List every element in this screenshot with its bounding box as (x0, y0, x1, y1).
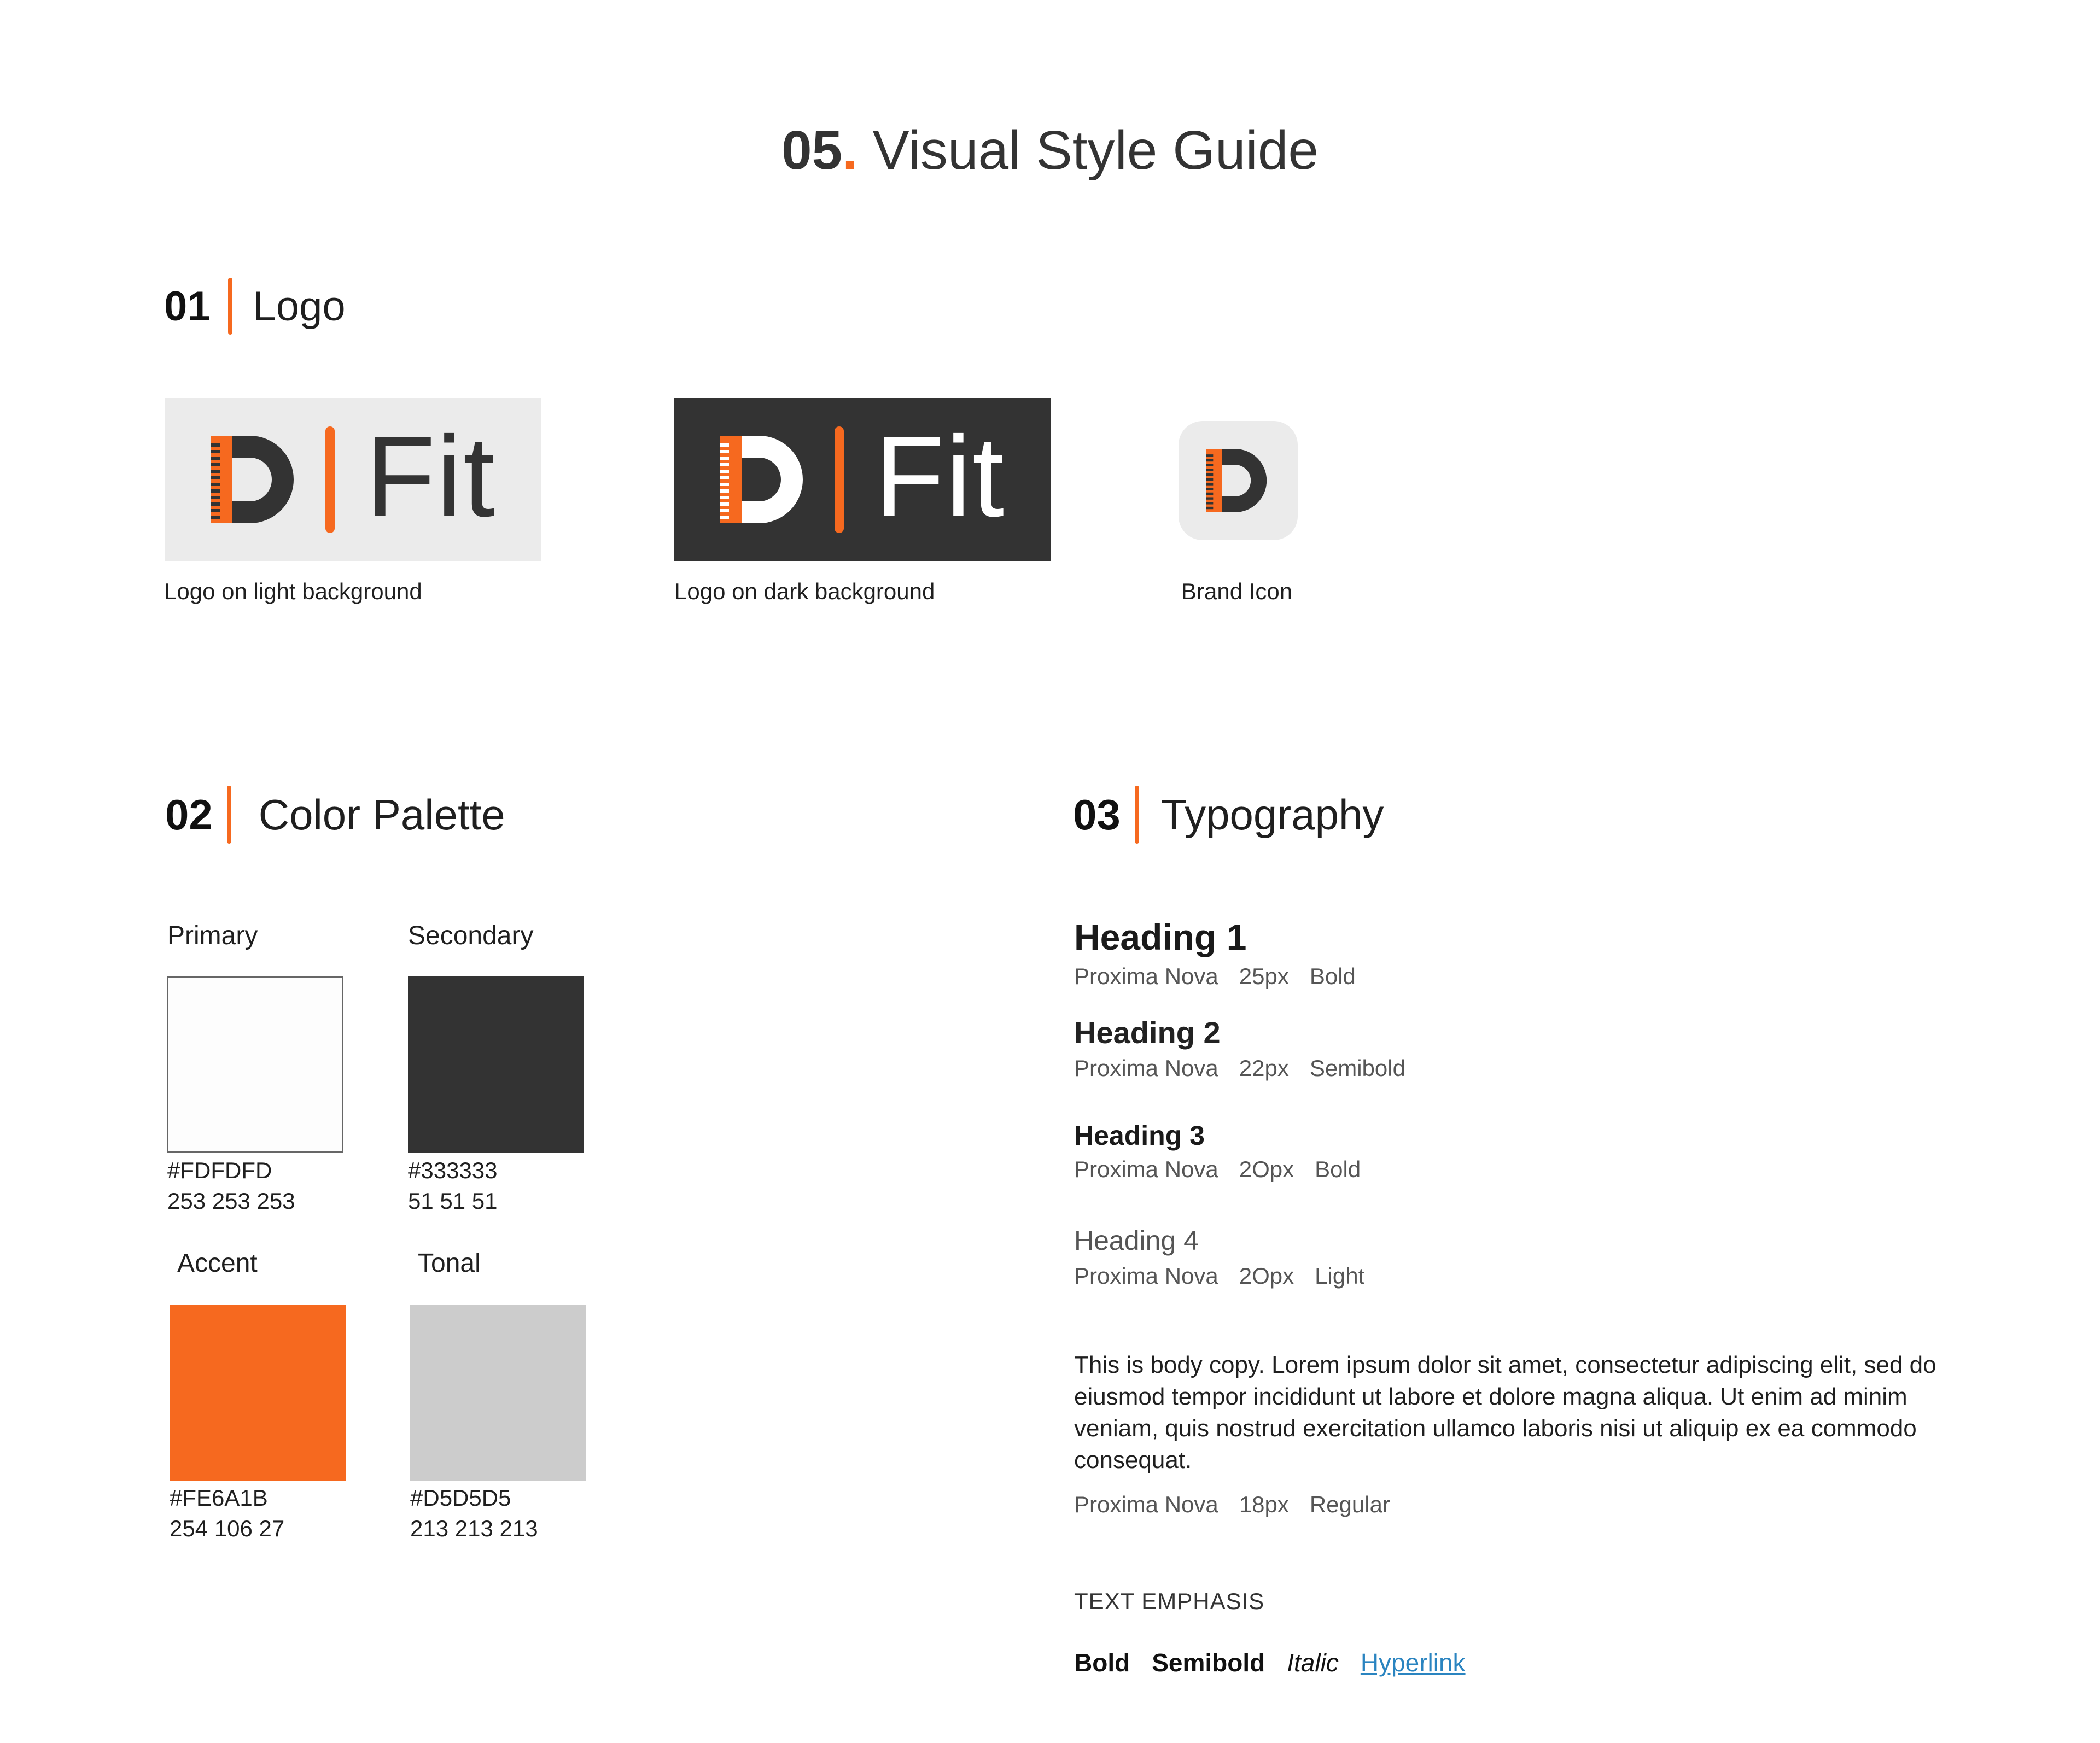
palette-section-title: Color Palette (258, 790, 505, 839)
text-emphasis-label: TEXT EMPHASIS (1074, 1588, 1265, 1614)
swatch-accent-hex: #FE6A1B (170, 1485, 268, 1511)
swatch-label-accent: Accent (177, 1249, 258, 1278)
typography-section-header: 03 Typography (1073, 785, 1384, 845)
emphasis-hyperlink[interactable]: Hyperlink (1361, 1648, 1466, 1677)
brand-icon-tile (1179, 421, 1298, 540)
swatch-label-primary: Primary (167, 921, 258, 950)
body-copy-sample: This is body copy. Lorem ipsum dolor sit… (1074, 1352, 1936, 1473)
swatch-primary (167, 976, 343, 1153)
logo-light-background: Fit (165, 398, 541, 561)
swatch-tonal-hex: #D5D5D5 (410, 1485, 511, 1511)
page-title-text: Visual Style Guide (872, 120, 1319, 181)
logo-dark-caption: Logo on dark background (674, 578, 935, 604)
typography-section-bar (1134, 786, 1139, 844)
emphasis-bold: Bold (1074, 1648, 1130, 1677)
swatch-accent (170, 1305, 346, 1481)
swatch-tonal (410, 1305, 586, 1481)
logo-section-title: Logo (253, 283, 346, 330)
logo-wordmark: Fit (874, 412, 1006, 541)
swatch-label-tonal: Tonal (418, 1249, 481, 1278)
logo-section-header: 01 Logo (164, 276, 346, 336)
swatch-secondary-rgb: 51 51 51 (408, 1188, 498, 1214)
palette-section-bar (226, 786, 231, 844)
heading-1-sample: Heading 1 (1074, 917, 1247, 957)
emphasis-italic: Italic (1287, 1648, 1339, 1677)
logo-divider (325, 426, 335, 533)
heading-3-sample: Heading 3 (1074, 1120, 1205, 1151)
brand-icon-caption: Brand Icon (1181, 578, 1293, 604)
d-mark-icon (210, 436, 294, 523)
swatch-secondary-hex: #333333 (408, 1157, 498, 1183)
logo-dark-background: Fit (674, 398, 1051, 561)
palette-section-number: 02 (165, 790, 213, 839)
typography-section-number: 03 (1073, 790, 1121, 839)
body-copy-spec: Proxima Nova 18px Regular (1074, 1492, 1390, 1517)
palette-section-header: 02 Color Palette (165, 785, 505, 845)
emphasis-semibold: Semibold (1152, 1648, 1265, 1677)
typography-section-title: Typography (1160, 790, 1384, 839)
logo-section-number: 01 (164, 283, 211, 330)
page-title: 05. Visual Style Guide (0, 118, 2100, 183)
swatch-secondary (408, 976, 584, 1153)
heading-4-sample: Heading 4 (1074, 1225, 1199, 1256)
heading-2-spec: Proxima Nova 22px Semibold (1074, 1055, 1405, 1081)
logo-wordmark: Fit (365, 412, 497, 541)
logo-divider (834, 426, 844, 533)
swatch-accent-rgb: 254 106 27 (170, 1516, 285, 1541)
text-emphasis-samples: Bold Semibold Italic Hyperlink (1074, 1648, 1466, 1677)
page-title-number: 05 (781, 120, 843, 181)
brand-icon (1206, 449, 1267, 512)
logo-light-caption: Logo on light background (164, 578, 422, 604)
swatch-primary-hex: #FDFDFD (167, 1157, 272, 1183)
d-mark-icon (719, 436, 803, 523)
swatch-primary-rgb: 253 253 253 (167, 1188, 295, 1214)
heading-3-spec: Proxima Nova 2Opx Bold (1074, 1156, 1361, 1182)
heading-2-sample: Heading 2 (1074, 1015, 1221, 1050)
swatch-label-secondary: Secondary (408, 921, 534, 950)
heading-1-spec: Proxima Nova 25px Bold (1074, 963, 1356, 989)
page-title-dot: . (842, 120, 858, 181)
logo-section-bar (228, 278, 232, 335)
heading-4-spec: Proxima Nova 2Opx Light (1074, 1263, 1365, 1289)
swatch-tonal-rgb: 213 213 213 (410, 1516, 538, 1541)
